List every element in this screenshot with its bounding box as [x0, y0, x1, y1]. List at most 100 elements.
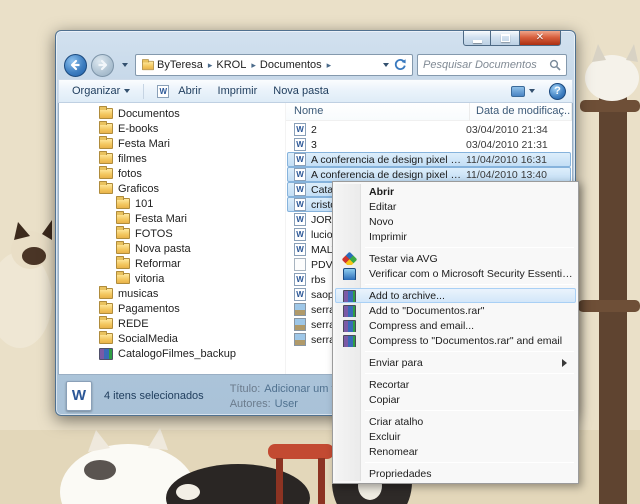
- tree-label: Festa Mari: [135, 213, 187, 225]
- folder-icon: [99, 183, 113, 194]
- crumb-krol[interactable]: KROL: [214, 58, 258, 72]
- sidebar-item-fotos[interactable]: fotos: [59, 166, 285, 181]
- folder-icon: [99, 123, 113, 134]
- tree-label: musicas: [118, 288, 158, 300]
- maximize-button[interactable]: [491, 30, 519, 46]
- menu-item-novo[interactable]: Novo: [335, 214, 576, 229]
- column-header-data[interactable]: Data de modificaç...: [470, 103, 572, 121]
- sidebar-item-musicas[interactable]: musicas: [59, 286, 285, 301]
- sidebar-item-nova-pasta[interactable]: Nova pasta: [59, 241, 285, 256]
- window-controls: [463, 30, 561, 46]
- sidebar-item-rede[interactable]: REDE: [59, 316, 285, 331]
- nova-pasta-button[interactable]: Nova pasta: [266, 82, 336, 100]
- imprimir-button[interactable]: Imprimir: [211, 82, 265, 100]
- menu-item-criar-atalho[interactable]: Criar atalho: [335, 414, 576, 429]
- file-row-selected[interactable]: A conferencia de design pixel show acon.…: [287, 167, 571, 182]
- word-file-icon: [294, 288, 306, 301]
- menu-item-add-to-archive[interactable]: Add to archive...: [335, 288, 576, 303]
- sidebar-item-filmes[interactable]: filmes: [59, 151, 285, 166]
- sidebar-item-ebooks[interactable]: E-books: [59, 121, 285, 136]
- menu-label: Testar via AVG: [369, 252, 575, 266]
- chevron-down-icon: [529, 89, 535, 93]
- sidebar-item-documentos[interactable]: Documentos: [59, 106, 285, 121]
- sidebar-item-vitoria[interactable]: vitoria: [59, 271, 285, 286]
- search-input[interactable]: [423, 59, 549, 71]
- file-name: A conferencia de design pixel show acon.…: [311, 154, 466, 166]
- menu-item-enviar-para[interactable]: Enviar para: [335, 355, 576, 370]
- context-menu: Abrir Editar Novo Imprimir Testar via AV…: [332, 181, 579, 484]
- menu-item-verificar-mse[interactable]: Verificar com o Microsoft Security Essen…: [335, 266, 576, 281]
- address-bar-controls: [383, 58, 407, 72]
- views-icon: [511, 86, 525, 97]
- nova-pasta-label: Nova pasta: [273, 85, 329, 97]
- file-date: 03/04/2010 21:31: [466, 139, 568, 151]
- tree-label: fotos: [118, 168, 142, 180]
- crumb-byteresa[interactable]: ByTeresa: [155, 58, 214, 72]
- tree-label: E-books: [118, 123, 158, 135]
- menu-item-compress-to-rar-and-email[interactable]: Compress to "Documentos.rar" and email: [335, 333, 576, 348]
- address-dropdown-icon[interactable]: [383, 63, 389, 67]
- menu-item-recortar[interactable]: Recortar: [335, 377, 576, 392]
- back-button[interactable]: [64, 54, 87, 77]
- word-file-icon: [294, 213, 306, 226]
- sidebar-item-reformar[interactable]: Reformar: [59, 256, 285, 271]
- forward-arrow-icon: [96, 59, 109, 71]
- menu-item-compress-and-email[interactable]: Compress and email...: [335, 318, 576, 333]
- menu-item-editar[interactable]: Editar: [335, 199, 576, 214]
- file-row[interactable]: 203/04/2010 21:34: [287, 122, 571, 137]
- organizar-button[interactable]: Organizar: [65, 82, 137, 100]
- menu-label: Editar: [369, 200, 575, 214]
- crumb-label: KROL: [216, 59, 246, 71]
- menu-item-renomear[interactable]: Renomear: [335, 444, 576, 459]
- word-document-icon: [66, 381, 92, 411]
- menu-label: Recortar: [369, 378, 575, 392]
- folder-icon: [116, 228, 130, 239]
- menu-item-add-to-documentos-rar[interactable]: Add to "Documentos.rar": [335, 303, 576, 318]
- file-date: 11/04/2010 13:40: [466, 169, 568, 181]
- imprimir-label: Imprimir: [218, 85, 258, 97]
- menu-label: Compress to "Documentos.rar" and email: [369, 334, 575, 348]
- window-titlebar[interactable]: [56, 31, 575, 51]
- chevron-down-icon: [124, 89, 130, 93]
- help-button[interactable]: [549, 83, 566, 100]
- tree-label: vitoria: [135, 273, 164, 285]
- abrir-button[interactable]: Abrir: [150, 82, 208, 101]
- sidebar-item-graficos[interactable]: Graficos: [59, 181, 285, 196]
- sidebar-item-pagamentos[interactable]: Pagamentos: [59, 301, 285, 316]
- column-header-nome[interactable]: Nome: [286, 103, 470, 121]
- sidebar-item-socialmedia[interactable]: SocialMedia: [59, 331, 285, 346]
- sidebar-item-101[interactable]: 101: [59, 196, 285, 211]
- menu-item-propriedades[interactable]: Propriedades: [335, 466, 576, 481]
- history-dropdown-button[interactable]: [118, 55, 131, 75]
- menu-label: Propriedades: [369, 467, 575, 481]
- forward-button[interactable]: [91, 54, 114, 77]
- sidebar-item-fotos-sub[interactable]: FOTOS: [59, 226, 285, 241]
- tree-label: REDE: [118, 318, 149, 330]
- crumb-documentos[interactable]: Documentos: [258, 58, 333, 72]
- file-row-selected[interactable]: A conferencia de design pixel show acon.…: [287, 152, 571, 167]
- breadcrumb[interactable]: ByTeresa KROL Documentos: [135, 54, 413, 76]
- refresh-icon[interactable]: [393, 58, 407, 72]
- sidebar-item-catalogofilmes-backup[interactable]: CatalogoFilmes_backup: [59, 346, 285, 361]
- image-file-icon: [294, 303, 306, 316]
- file-row[interactable]: 303/04/2010 21:31: [287, 137, 571, 152]
- menu-item-copiar[interactable]: Copiar: [335, 392, 576, 407]
- menu-item-testar-avg[interactable]: Testar via AVG: [335, 251, 576, 266]
- image-file-icon: [294, 318, 306, 331]
- views-button[interactable]: [504, 83, 542, 100]
- sidebar-item-festa-mari[interactable]: Festa Mari: [59, 136, 285, 151]
- menu-label: Excluir: [369, 430, 575, 444]
- word-file-icon: [294, 153, 306, 166]
- menu-separator: [365, 373, 574, 374]
- menu-item-abrir[interactable]: Abrir: [335, 184, 576, 199]
- organizar-label: Organizar: [72, 85, 120, 97]
- menu-item-imprimir[interactable]: Imprimir: [335, 229, 576, 244]
- minimize-button[interactable]: [463, 30, 491, 46]
- tree-label: FOTOS: [135, 228, 173, 240]
- sidebar-item-festa-mari-sub[interactable]: Festa Mari: [59, 211, 285, 226]
- autores-label: Autores:: [230, 398, 271, 410]
- chevron-down-icon: [122, 63, 128, 67]
- menu-item-excluir[interactable]: Excluir: [335, 429, 576, 444]
- close-button[interactable]: [519, 30, 561, 46]
- autores-value[interactable]: User: [275, 398, 298, 410]
